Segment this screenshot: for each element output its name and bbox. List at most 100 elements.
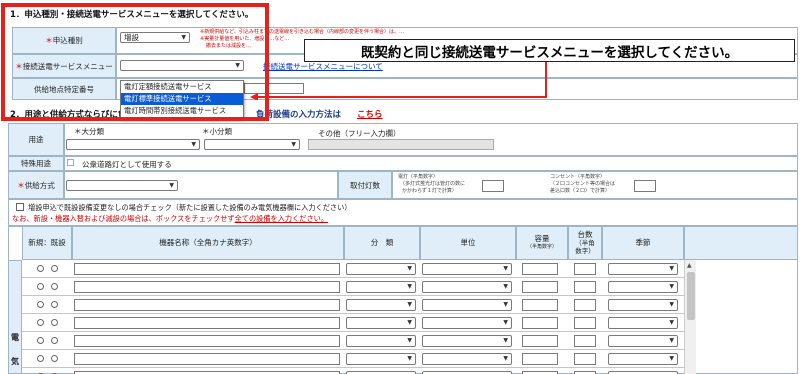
classification-select[interactable]: ▼ <box>346 263 416 275</box>
supply-method-label: ＊供給方式 <box>8 171 64 199</box>
existing-radio[interactable] <box>51 319 58 326</box>
chevron-down-icon: ▼ <box>291 141 296 148</box>
section2-title-suffix: 負荷設備の入力方法は <box>256 110 342 120</box>
count-input[interactable] <box>574 281 596 293</box>
chevron-down-icon: ▼ <box>169 182 174 189</box>
table-row: ▼ ▼ ▼ <box>22 278 684 296</box>
header-new-existing: 新規：既設 <box>22 226 72 260</box>
special-use-cell <box>64 156 798 171</box>
section1-title: 1．申込種別・接続送電サービスメニューを選択してください。 <box>10 10 254 20</box>
count-input[interactable] <box>574 263 596 275</box>
existing-radio[interactable] <box>51 355 58 362</box>
capacity-input[interactable] <box>522 335 558 347</box>
header-device-name: 機器名称（全角カナ英数字） <box>72 226 344 260</box>
public-streetlight-label: 公衆道路灯として使用する <box>82 160 172 169</box>
chevron-down-icon: ▼ <box>503 283 508 290</box>
table-row: ▼ ▼ ▼ <box>22 350 684 368</box>
classification-select[interactable]: ▼ <box>346 335 416 347</box>
new-radio[interactable] <box>37 265 44 272</box>
unit-select[interactable]: ▼ <box>422 353 512 365</box>
chevron-down-icon: ▼ <box>235 62 240 69</box>
lamp-count-input[interactable] <box>482 180 504 192</box>
capacity-input[interactable] <box>522 299 558 311</box>
existing-radio[interactable] <box>51 337 58 344</box>
device-name-input[interactable] <box>74 263 340 275</box>
side-label-1: 電 <box>11 333 19 342</box>
existing-radio[interactable] <box>51 265 58 272</box>
season-select[interactable]: ▼ <box>608 299 678 311</box>
unit-select[interactable]: ▼ <box>422 281 512 293</box>
device-name-input[interactable] <box>74 317 340 329</box>
table-row: ▼ ▼ ▼ <box>22 296 684 314</box>
input-method-link[interactable]: こちら <box>357 108 383 120</box>
outlet-count-input[interactable] <box>634 180 656 192</box>
unit-select[interactable]: ▼ <box>422 263 512 275</box>
outlet-note-3: 差込口数（２口）で計算） <box>550 188 611 194</box>
new-radio[interactable] <box>37 355 44 362</box>
new-radio[interactable] <box>37 301 44 308</box>
callout-arrow <box>250 62 547 100</box>
dropdown-option-standard[interactable]: 電灯標準接続送電サービス <box>121 93 243 105</box>
chevron-down-icon: ▼ <box>503 319 508 326</box>
chevron-down-icon: ▼ <box>503 337 508 344</box>
application-type-select[interactable]: 増設 ▼ <box>120 32 190 43</box>
header-count: 台数 （半角 数字） <box>568 226 602 260</box>
count-input[interactable] <box>574 299 596 311</box>
classification-select[interactable]: ▼ <box>346 281 416 293</box>
minor-category-select[interactable]: ▼ <box>204 139 300 150</box>
header-classification: 分 類 <box>344 226 420 260</box>
major-category-select[interactable]: ▼ <box>66 139 200 150</box>
chevron-down-icon: ▼ <box>669 301 674 308</box>
new-radio[interactable] <box>37 319 44 326</box>
existing-radio[interactable] <box>51 283 58 290</box>
no-existing-change-checkbox[interactable] <box>16 203 24 211</box>
device-name-input[interactable] <box>74 281 340 293</box>
supply-method-select[interactable]: ▼ <box>66 180 178 191</box>
season-select[interactable]: ▼ <box>608 281 678 293</box>
scroll-up-icon[interactable]: ▲ <box>687 262 692 269</box>
chevron-down-icon: ▼ <box>181 34 186 41</box>
device-name-input[interactable] <box>74 335 340 347</box>
new-radio[interactable] <box>37 337 44 344</box>
header-blank <box>684 226 798 260</box>
application-note-1: ※新規供給など、引込み柱までの送電線を引き込む場合（内線部の変更を伴う場合）は、… <box>200 29 404 35</box>
service-menu-label: ＊接続送電サービスメニュー <box>12 54 116 78</box>
unit-select[interactable]: ▼ <box>422 299 512 311</box>
existing-radio[interactable] <box>51 301 58 308</box>
dropdown-option-time-of-use[interactable]: 電灯時間帯別接続送電サービス <box>121 105 243 117</box>
header-capacity: 容量 （半角数字） <box>516 226 568 260</box>
application-note-3: 撤去または減設を… <box>206 43 252 49</box>
classification-select[interactable]: ▼ <box>346 353 416 365</box>
new-radio[interactable] <box>37 283 44 290</box>
public-streetlight-checkbox[interactable] <box>67 159 74 166</box>
minor-category-label: ＊小分類 <box>202 127 232 136</box>
unit-select[interactable]: ▼ <box>422 335 512 347</box>
count-input[interactable] <box>574 317 596 329</box>
chevron-down-icon: ▼ <box>407 319 412 326</box>
device-name-input[interactable] <box>74 353 340 365</box>
count-input[interactable] <box>574 335 596 347</box>
season-select[interactable]: ▼ <box>608 353 678 365</box>
dropdown-option-flat-rate[interactable]: 電灯定額接続送電サービス <box>121 81 243 93</box>
chevron-down-icon: ▼ <box>191 141 196 148</box>
unit-select[interactable]: ▼ <box>422 317 512 329</box>
classification-select[interactable]: ▼ <box>346 317 416 329</box>
table-scrollbar[interactable]: ▲ <box>684 260 696 374</box>
device-name-input[interactable] <box>74 299 340 311</box>
season-select[interactable]: ▼ <box>608 317 678 329</box>
season-select[interactable]: ▼ <box>608 263 678 275</box>
major-category-label: ＊大分類 <box>74 127 104 136</box>
capacity-input[interactable] <box>522 317 558 329</box>
service-menu-select[interactable]: ▼ <box>120 60 244 71</box>
count-input[interactable] <box>574 353 596 365</box>
capacity-input[interactable] <box>522 281 558 293</box>
scrollbar-thumb[interactable] <box>687 272 695 320</box>
header-unit: 単位 <box>420 226 516 260</box>
capacity-input[interactable] <box>522 353 558 365</box>
season-select[interactable]: ▼ <box>608 335 678 347</box>
chevron-down-icon: ▼ <box>407 355 412 362</box>
other-free-input-label: その他（フリー入力欄） <box>318 129 401 138</box>
other-free-input[interactable] <box>308 139 494 150</box>
classification-select[interactable]: ▼ <box>346 299 416 311</box>
capacity-input[interactable] <box>522 263 558 275</box>
